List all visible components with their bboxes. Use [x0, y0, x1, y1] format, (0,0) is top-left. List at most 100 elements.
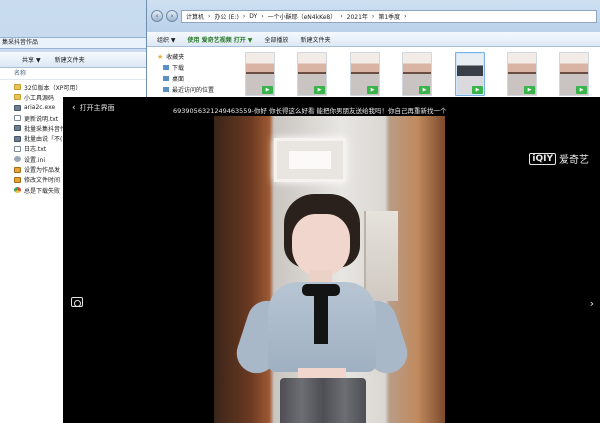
address-bar-row: ‹ › 计算机 › 办公 (E:) › DY › 一个小酥耶（eN4kKe8） › 20…: [147, 0, 600, 32]
video-file-badge-icon: ▶: [419, 86, 430, 94]
breadcrumb-item[interactable]: DY: [249, 13, 257, 20]
favorites-label: 收藏夹: [166, 54, 185, 61]
video-thumbnail[interactable]: ▶: [297, 52, 327, 96]
video-player-window[interactable]: ‹ 打开主界面 693905632124946355­9-你好 你长得这么好看 …: [63, 97, 600, 423]
chevron-left-icon: ‹: [72, 103, 76, 113]
breadcrumb-item[interactable]: 第1季度: [378, 12, 400, 21]
organize-button[interactable]: 组织 ▼: [157, 35, 176, 44]
exe-icon: [14, 135, 21, 142]
sidebar-item-label: 下载: [172, 65, 185, 72]
pleated-skirt: [280, 378, 366, 423]
text-file-icon: [14, 115, 21, 122]
breadcrumb[interactable]: 计算机 › 办公 (E:) › DY › 一个小酥耶（eN4kKe8） › 2021年 ›…: [181, 9, 597, 23]
settings-file-icon: [14, 156, 21, 163]
file-name: 小工具源码: [24, 94, 55, 102]
left-window-tab-label: 集采抖音作品: [2, 39, 39, 46]
play-all-button[interactable]: 全部播放: [264, 35, 288, 44]
next-video-chevron-icon[interactable]: ›: [590, 297, 594, 310]
left-window-toolbar: 共享 ▼ 新建文件夹: [0, 52, 151, 68]
video-file-badge-icon: ▶: [367, 86, 378, 94]
video-file-badge-icon: ▶: [472, 86, 483, 94]
video-title: 693905632124946355­9-你好 你长得这么好看 能把你男朋友送给…: [173, 107, 447, 115]
right-window-toolbar: 组织 ▼ 使用 爱奇艺视频 打开 ▼ 全部播放 新建文件夹: [147, 32, 600, 47]
iqiyi-logo-mark: iQIY: [529, 152, 556, 165]
exe-icon: [14, 125, 21, 132]
file-name: 批量由说「不(: [24, 136, 63, 144]
video-thumbnail[interactable]: ▶: [350, 52, 380, 96]
share-dropdown-icon: ▼: [35, 57, 41, 64]
chevron-right-icon: ›: [261, 12, 264, 20]
breadcrumb-item[interactable]: 计算机: [186, 12, 204, 21]
text-file-icon: [14, 145, 21, 152]
open-main-interface-button[interactable]: ‹ 打开主界面: [72, 103, 115, 113]
video-thumbnail[interactable]: ▶: [402, 52, 432, 96]
nav-sidebar: ★ 收藏夹 下载 桌面 最近访问的位置: [147, 48, 231, 100]
sidebar-item-downloads[interactable]: 下载: [157, 62, 231, 73]
script-file-icon: [14, 166, 21, 173]
file-name: 32位版本（XP可用）: [24, 84, 82, 92]
file-name: 设置.ini: [24, 156, 46, 164]
list-item[interactable]: 32位版本（XP可用）: [14, 82, 151, 92]
script-file-icon: [14, 176, 21, 183]
video-thumbnail[interactable]: ▶: [507, 52, 537, 96]
file-name: 更新说明.txt: [24, 115, 59, 123]
name-column-header[interactable]: 名称: [0, 68, 151, 80]
star-icon: ★: [157, 52, 164, 61]
right-explorer-window: ‹ › 计算机 › 办公 (E:) › DY › 一个小酥耶（eN4kKe8） › 20…: [146, 0, 600, 100]
thumbnail-grid: ▶ ▶ ▶ ▶ ▶ ▶ ▶: [237, 48, 600, 100]
forward-arrow-icon[interactable]: ›: [166, 10, 178, 22]
sidebar-item-desktop[interactable]: 桌面: [157, 73, 231, 84]
file-name: aria2c.exe: [24, 104, 56, 112]
new-folder-button-left[interactable]: 新建文件夹: [55, 55, 85, 64]
new-folder-button-right[interactable]: 新建文件夹: [300, 35, 330, 44]
download-folder-icon: [163, 65, 169, 70]
folder-icon: [14, 94, 21, 101]
file-name: 批量采集抖音作: [24, 125, 67, 133]
ceiling-light: [274, 138, 346, 182]
file-name: 日志.txt: [24, 146, 47, 154]
video-file-badge-icon: ▶: [314, 86, 325, 94]
share-button[interactable]: 共享 ▼: [22, 55, 41, 64]
folder-icon: [14, 84, 21, 91]
chevron-right-icon: ›: [242, 12, 246, 20]
chevron-right-icon: ›: [371, 12, 375, 20]
ribbon-tie: [314, 288, 328, 344]
sidebar-item-label: 桌面: [172, 76, 185, 83]
video-thumbnail[interactable]: ▶: [559, 52, 589, 96]
iqiyi-logo-text: 爱奇艺: [559, 155, 589, 166]
sidebar-item-label: 最近访问的位置: [172, 87, 215, 94]
ribbon-bow: [302, 284, 340, 296]
open-with-button[interactable]: 使用 爱奇艺视频 打开 ▼: [188, 35, 253, 44]
video-file-badge-icon: ▶: [524, 86, 535, 94]
file-name: 修改文件时间: [24, 177, 61, 185]
chevron-right-icon: ›: [208, 12, 211, 20]
left-window-tab[interactable]: 集采抖音作品: [0, 37, 150, 49]
video-file-badge-icon: ▶: [262, 86, 273, 94]
video-thumbnail[interactable]: ▶: [245, 52, 275, 96]
chrome-icon: [14, 187, 21, 194]
favorites-header[interactable]: ★ 收藏夹: [157, 51, 231, 62]
desktop-icon: [163, 76, 169, 81]
video-file-badge-icon: ▶: [576, 86, 587, 94]
breadcrumb-item[interactable]: 一个小酥耶（eN4kKe8）: [268, 12, 337, 21]
recent-places-icon: [163, 87, 169, 92]
share-button-label: 共享: [22, 57, 35, 64]
person-figure: [231, 188, 413, 423]
breadcrumb-item[interactable]: 2021年: [347, 12, 368, 21]
breadcrumb-item[interactable]: 办公 (E:): [214, 12, 238, 21]
sidebar-item-recent[interactable]: 最近访问的位置: [157, 84, 231, 95]
screenshot-camera-icon[interactable]: [71, 297, 83, 307]
iqiyi-logo: iQIY 爱奇艺: [529, 151, 589, 166]
exe-icon: [14, 104, 21, 111]
file-name: 总是下载失败: [24, 187, 61, 195]
back-arrow-icon[interactable]: ‹: [151, 10, 163, 22]
open-main-interface-label: 打开主界面: [79, 104, 115, 112]
open-with-label: 使用 爱奇艺视频 打开 ▼: [187, 36, 253, 44]
video-thumbnail-selected[interactable]: ▶: [455, 52, 485, 96]
face: [292, 214, 350, 276]
chevron-right-icon: ›: [340, 12, 343, 20]
video-frame[interactable]: [214, 116, 445, 423]
left-window-titlebar[interactable]: [0, 0, 151, 36]
chevron-right-icon: ›: [404, 12, 407, 20]
file-name: 设置为作品发: [24, 167, 61, 175]
